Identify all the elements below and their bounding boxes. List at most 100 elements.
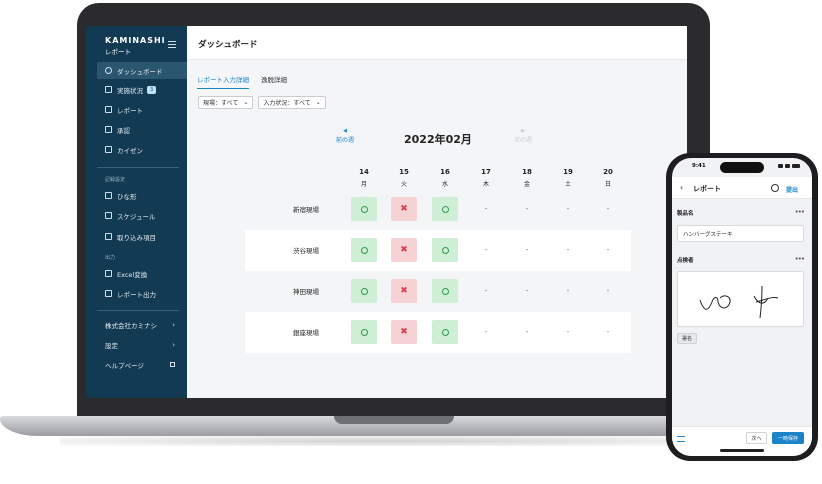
filter-bar: 現場：すべて ⌄ 入力状況：すべて ⌄: [198, 96, 326, 109]
triangle-left-icon: ◀: [343, 128, 347, 134]
site-filter-select[interactable]: 現場：すべて ⌄: [198, 96, 254, 109]
sidebar-item-label: レポート: [117, 106, 143, 115]
status-cell-ng[interactable]: ✖: [391, 279, 417, 303]
site-name[interactable]: 渋谷現場: [271, 245, 341, 255]
month-title: 2022年02月: [404, 133, 472, 146]
sidebar-item-report[interactable]: レポート: [97, 101, 187, 118]
circle-icon: [441, 246, 449, 254]
empty-cell: -: [606, 287, 610, 295]
sidebar: KAMINASHI レポート ダッシュボード 実施状況 3 レポート 承認 カイ…: [86, 26, 187, 398]
sidebar-item-help[interactable]: ヘルプページ: [97, 356, 187, 373]
external-link-icon: [170, 362, 175, 367]
sidebar-item-excel[interactable]: Excel変換: [97, 265, 187, 282]
sidebar-item-settings[interactable]: 設定 ›: [97, 336, 187, 353]
status-cell-ok[interactable]: [432, 238, 458, 262]
more-icon[interactable]: •••: [795, 255, 805, 263]
signature-pad[interactable]: [677, 271, 804, 327]
status-cell-ok[interactable]: [351, 197, 377, 221]
next-week-button[interactable]: ▶ 次の週: [514, 128, 532, 144]
sidebar-item-template[interactable]: ひな形: [97, 187, 187, 204]
calendar-icon: [105, 212, 112, 219]
empty-cell: -: [484, 328, 488, 336]
site-name[interactable]: 新宿現場: [271, 204, 341, 214]
status-cell-ok[interactable]: [432, 320, 458, 344]
circle-icon: [441, 328, 449, 336]
sidebar-item-dashboard[interactable]: ダッシュボード: [97, 62, 187, 79]
sidebar-item-label: ひな形: [117, 192, 137, 201]
status-filter-select[interactable]: 入力状況：すべて ⌄: [258, 96, 326, 109]
status-cell-ok[interactable]: [351, 238, 377, 262]
more-icon[interactable]: •••: [795, 208, 805, 216]
status-cell-ok[interactable]: [351, 320, 377, 344]
day-header: 19 土: [553, 168, 583, 188]
sidebar-item-label: ヘルプページ: [105, 361, 144, 370]
cross-icon: ✖: [400, 244, 408, 255]
chevron-down-icon: ⌄: [315, 99, 321, 106]
status-badge: 3: [147, 85, 157, 94]
dynamic-island: [720, 162, 764, 173]
signal-icon: [778, 164, 783, 168]
menu-icon[interactable]: [168, 41, 176, 48]
template-icon: [105, 192, 112, 199]
globe-icon[interactable]: [771, 184, 779, 192]
day-name: 金: [523, 181, 530, 188]
day-header: 18 金: [512, 168, 542, 188]
day-number: 19: [563, 168, 573, 176]
circle-icon: [441, 287, 449, 295]
signature-drawing: [699, 285, 779, 319]
list-icon[interactable]: [677, 436, 685, 442]
status-cell-ng[interactable]: ✖: [391, 197, 417, 221]
tab-report-input[interactable]: レポート入力詳細: [197, 74, 249, 89]
sidebar-item-schedule[interactable]: スケジュール: [97, 207, 187, 224]
circle-icon: [360, 246, 368, 254]
status-cell-ok[interactable]: [432, 279, 458, 303]
phone-header: ‹ レポート 提出: [672, 177, 812, 199]
sign-button[interactable]: 署名: [677, 333, 697, 344]
empty-cell: -: [525, 287, 529, 295]
product-name-field[interactable]: ハンバーグステーキ: [677, 225, 804, 242]
day-header: 14 月: [349, 168, 379, 188]
empty-cell: -: [484, 205, 488, 213]
status-cell-ng[interactable]: ✖: [391, 320, 417, 344]
brand-name: KAMINASHI: [105, 36, 166, 45]
chart-icon: [105, 86, 112, 93]
empty-cell: -: [566, 328, 570, 336]
day-number: 20: [603, 168, 613, 176]
sidebar-item-import[interactable]: 取り込み項目: [97, 228, 187, 245]
sidebar-item-label: 取り込み項目: [117, 233, 156, 242]
day-number: 16: [440, 168, 450, 176]
sidebar-item-progress[interactable]: 実施状況 3: [97, 81, 187, 98]
save-draft-button[interactable]: 一時保存: [772, 432, 804, 444]
next-week-label: 次の週: [514, 137, 533, 144]
phone-title: レポート: [693, 185, 721, 193]
sidebar-item-approval[interactable]: 承認: [97, 121, 187, 138]
sidebar-item-company[interactable]: 株式会社カミナシ ›: [97, 316, 187, 333]
day-name: 水: [441, 181, 448, 188]
brand-sub: レポート: [105, 48, 131, 56]
cross-icon: ✖: [400, 203, 408, 214]
tab-bar: レポート入力詳細 逸脱詳細: [197, 74, 287, 89]
chevron-left-icon[interactable]: ‹: [680, 183, 683, 192]
status-cell-ok[interactable]: [432, 197, 458, 221]
tab-deviation[interactable]: 逸脱詳細: [261, 74, 287, 89]
empty-cell: -: [525, 246, 529, 254]
site-name[interactable]: 神田現場: [271, 286, 341, 296]
prev-week-button[interactable]: ◀ 前の週: [336, 128, 354, 144]
triangle-right-icon: ▶: [521, 128, 525, 134]
dashboard-icon: [105, 67, 112, 74]
sidebar-item-label: スケジュール: [117, 212, 156, 221]
chevron-right-icon: ›: [172, 340, 175, 349]
status-cell-ok[interactable]: [351, 279, 377, 303]
sidebar-item-kaizen[interactable]: カイゼン: [97, 141, 187, 158]
next-button[interactable]: 次へ: [746, 432, 767, 444]
circle-icon: [360, 287, 368, 295]
submit-button[interactable]: 提出: [786, 185, 798, 194]
site-name[interactable]: 銀座現場: [271, 327, 341, 337]
day-name: 日: [604, 181, 611, 188]
sidebar-item-report-output[interactable]: レポート出力: [97, 285, 187, 302]
chevron-down-icon: ⌄: [243, 99, 249, 106]
import-icon: [105, 233, 112, 240]
brand-logo: KAMINASHI レポート: [105, 36, 166, 56]
circle-icon: [360, 328, 368, 336]
status-cell-ng[interactable]: ✖: [391, 238, 417, 262]
